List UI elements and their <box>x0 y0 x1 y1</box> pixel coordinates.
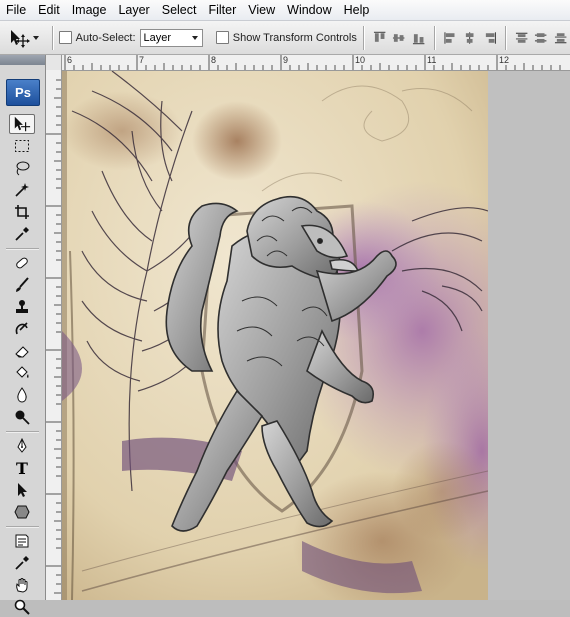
hand-icon <box>16 578 28 593</box>
distribute-vertical-centers-icon[interactable] <box>534 31 547 45</box>
align-bottom-edges-icon[interactable] <box>412 31 425 45</box>
auto-select-dropdown[interactable]: Layer <box>139 28 203 47</box>
eyedropper-icon <box>15 227 29 241</box>
separator <box>433 25 435 50</box>
clone-stamp-tool[interactable] <box>9 297 35 317</box>
canvas-area[interactable] <box>62 71 570 600</box>
distribute-bottom-icon[interactable] <box>554 31 567 45</box>
path-selection-icon <box>18 483 27 497</box>
hexagon-icon <box>14 505 30 519</box>
photoshop-logo[interactable]: Ps <box>6 79 40 106</box>
move-tool-icon <box>11 29 30 48</box>
marquee-tool[interactable] <box>9 136 35 156</box>
dodge-icon <box>15 410 30 425</box>
distribute-top-icon[interactable] <box>515 31 528 45</box>
ruler-tick-label: 8 <box>211 55 217 65</box>
tool-separator <box>6 248 39 249</box>
ruler-tick-label: 12 <box>499 55 510 65</box>
tool-separator <box>6 526 39 527</box>
type-icon: T <box>16 458 28 478</box>
notes-tool[interactable] <box>9 531 35 551</box>
bandage-icon <box>16 257 28 269</box>
menu-layer[interactable]: Layer <box>112 0 155 20</box>
align-top-edges-icon[interactable] <box>373 31 386 45</box>
eyedropper-tool-2[interactable] <box>9 553 35 573</box>
menu-view[interactable]: View <box>242 0 281 20</box>
separator <box>504 25 506 50</box>
ruler-tick-label: 11 <box>427 55 437 65</box>
eyedropper-tool[interactable] <box>9 224 35 244</box>
lasso-tool[interactable] <box>9 158 35 178</box>
auto-select-checkbox[interactable] <box>59 31 72 44</box>
menu-window[interactable]: Window <box>281 0 337 20</box>
menu-bar: File Edit Image Layer Select Filter View… <box>0 0 570 21</box>
document-canvas[interactable] <box>62 71 488 600</box>
stamp-icon <box>16 300 28 313</box>
menu-file[interactable]: File <box>0 0 32 20</box>
magic-wand-icon <box>15 183 29 197</box>
align-left-edges-icon[interactable] <box>444 31 457 45</box>
path-selection-tool[interactable] <box>9 480 35 500</box>
eraser-icon <box>15 346 29 358</box>
tools-panel-header[interactable] <box>0 55 45 65</box>
show-transform-label: Show Transform Controls <box>232 31 357 44</box>
move-tool[interactable] <box>9 114 35 134</box>
dodge-tool[interactable] <box>9 407 35 427</box>
lasso-icon <box>16 161 30 176</box>
zoom-icon <box>14 599 30 615</box>
type-tool[interactable]: T <box>9 458 35 478</box>
crop-icon <box>15 205 29 219</box>
tool-separator <box>6 431 39 432</box>
history-brush-icon <box>15 322 28 335</box>
align-horizontal-centers-icon[interactable] <box>463 31 476 45</box>
ruler-ticks <box>64 55 561 70</box>
notes-icon <box>15 534 29 548</box>
options-bar: Auto-Select: Layer Show Transform Contro… <box>0 21 570 55</box>
show-transform-checkbox[interactable] <box>216 31 229 44</box>
separator <box>52 25 54 50</box>
magic-wand-tool[interactable] <box>9 180 35 200</box>
paint-bucket-icon <box>16 366 29 378</box>
ruler-tick-label: 10 <box>355 55 366 65</box>
zoom-tool[interactable] <box>9 597 35 617</box>
ruler-origin[interactable] <box>46 55 62 71</box>
shape-tool[interactable] <box>9 502 35 522</box>
eraser-tool[interactable] <box>9 341 35 361</box>
artwork-heraldic-lion <box>62 71 488 600</box>
ruler-vertical-ticks <box>46 79 61 594</box>
paint-bucket-tool[interactable] <box>9 363 35 383</box>
menu-select[interactable]: Select <box>156 0 203 20</box>
tool-preset-picker[interactable] <box>8 25 46 51</box>
healing-brush-tool[interactable] <box>9 253 35 273</box>
align-vertical-centers-icon[interactable] <box>392 31 405 45</box>
pen-tool[interactable] <box>9 436 35 456</box>
ruler-tick-label: 6 <box>67 55 73 65</box>
pen-icon <box>17 438 27 453</box>
crop-tool[interactable] <box>9 202 35 222</box>
auto-select-label: Auto-Select: <box>75 31 136 44</box>
brush-tool[interactable] <box>9 275 35 295</box>
brush-icon <box>16 277 29 292</box>
menu-help[interactable]: Help <box>338 0 376 20</box>
history-brush-tool[interactable] <box>9 319 35 339</box>
blur-icon <box>17 387 27 403</box>
menu-edit[interactable]: Edit <box>32 0 66 20</box>
chevron-down-icon <box>33 35 39 40</box>
menu-image[interactable]: Image <box>66 0 113 20</box>
align-right-edges-icon[interactable] <box>483 31 496 45</box>
ruler-vertical[interactable] <box>46 70 62 600</box>
hand-tool[interactable] <box>9 575 35 595</box>
move-tool-icon <box>14 116 31 132</box>
blur-tool[interactable] <box>9 385 35 405</box>
tools-panel: Ps T <box>0 55 46 615</box>
marquee-icon <box>15 140 29 152</box>
ruler-tick-label: 9 <box>283 55 289 65</box>
ruler-horizontal[interactable]: 6 7 8 9 10 11 12 <box>46 55 570 71</box>
separator <box>362 25 364 50</box>
eyedropper-icon <box>15 556 29 570</box>
ruler-tick-label: 7 <box>139 55 145 65</box>
auto-select-value: Layer <box>143 31 172 44</box>
menu-filter[interactable]: Filter <box>202 0 242 20</box>
chevron-down-icon <box>191 35 198 40</box>
